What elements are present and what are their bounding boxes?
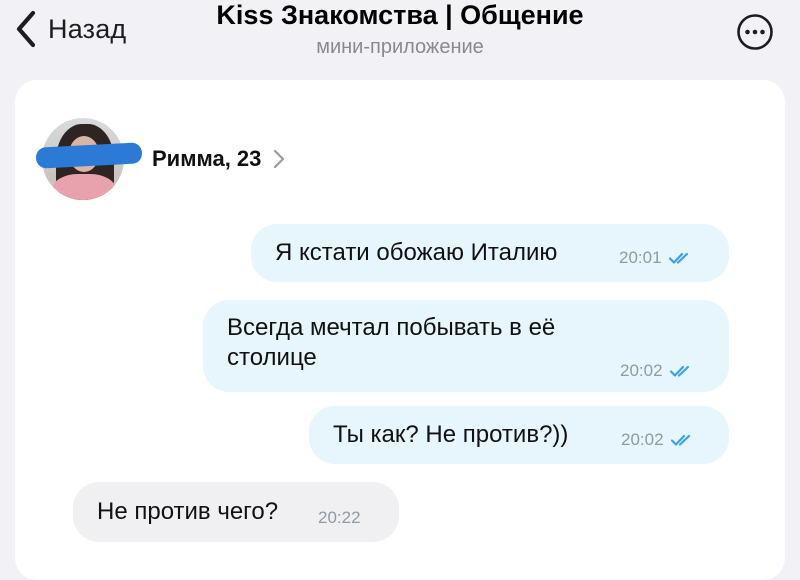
message-time: 20:22 xyxy=(318,508,361,527)
avatar[interactable] xyxy=(35,118,143,200)
header-title-group: Kiss Знакомства | Общение мини-приложени… xyxy=(150,0,650,60)
back-label: Назад xyxy=(48,13,127,44)
message-meta: 20:02 xyxy=(620,356,693,386)
more-horizontal-circle-icon xyxy=(737,14,773,50)
censor-bar xyxy=(35,142,143,169)
more-options-button[interactable] xyxy=(736,13,774,51)
message-time: 20:01 xyxy=(619,248,662,267)
message-bubble-outgoing[interactable]: Я кстати обожаю Италию 20:01 xyxy=(251,224,729,282)
message-meta: 20:22 xyxy=(318,503,361,533)
double-check-icon xyxy=(668,252,688,264)
message-bubble-outgoing[interactable]: Ты как? Не против?)) 20:02 xyxy=(309,406,729,464)
message-bubble-incoming[interactable]: Не против чего? 20:22 xyxy=(73,482,399,542)
chat-card: Римма, 23 Я кстати обожаю Италию 20:01 В… xyxy=(15,80,785,580)
back-button[interactable]: Назад xyxy=(14,8,126,50)
message-text: Ты как? Не против?)) xyxy=(333,421,569,448)
double-check-icon xyxy=(670,434,690,446)
page-subtitle: мини-приложение xyxy=(316,36,484,58)
message-text: Я кстати обожаю Италию xyxy=(275,239,558,266)
double-check-icon xyxy=(669,365,689,377)
message-meta: 20:02 xyxy=(621,425,694,455)
page-title: Kiss Знакомства | Общение xyxy=(216,0,584,30)
profile-header[interactable]: Римма, 23 xyxy=(35,117,285,201)
profile-name: Римма, 23 xyxy=(152,146,262,171)
message-time: 20:02 xyxy=(621,430,664,449)
message-meta: 20:01 xyxy=(619,243,692,273)
chevron-left-icon xyxy=(16,10,36,48)
message-text: Всегда мечтал побывать в её столице xyxy=(227,314,556,371)
message-time: 20:02 xyxy=(620,361,663,380)
app-header: Назад Kiss Знакомства | Общение мини-при… xyxy=(0,0,800,72)
message-bubble-outgoing[interactable]: Всегда мечтал побывать в её столице 20:0… xyxy=(203,300,729,392)
chevron-right-icon xyxy=(274,149,285,169)
message-text: Не против чего? xyxy=(97,498,279,525)
